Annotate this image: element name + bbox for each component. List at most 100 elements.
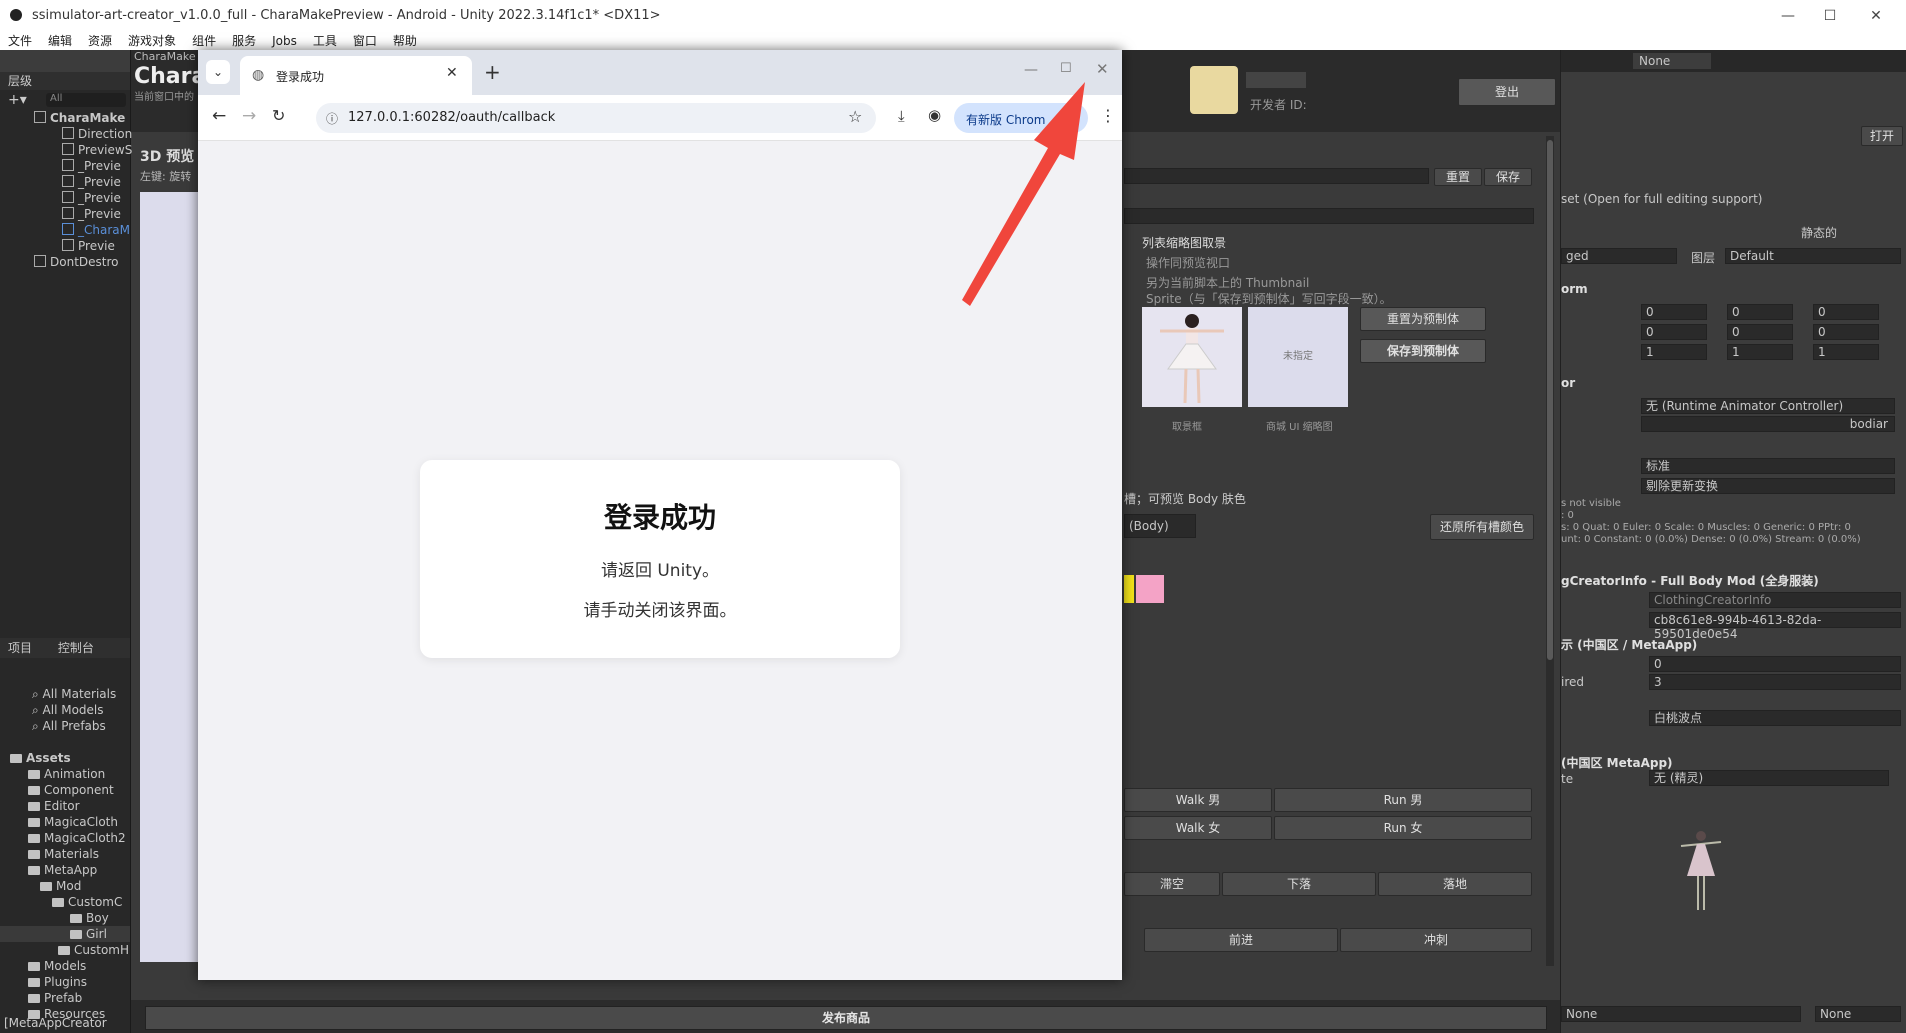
tag-dropdown[interactable]: ged — [1561, 248, 1677, 264]
walk-male-button[interactable]: Walk 男 — [1124, 788, 1272, 812]
folder-item[interactable]: Girl — [0, 926, 130, 942]
address-bar[interactable]: ⓘ 127.0.0.1:60282/oauth/callback ☆ — [316, 103, 876, 133]
tree-item[interactable]: DontDestro — [6, 254, 130, 270]
zero-field[interactable]: 0 — [1649, 656, 1901, 672]
open-button[interactable]: 打开 — [1861, 126, 1903, 146]
name-field[interactable] — [1124, 168, 1429, 184]
scale-y[interactable]: 1 — [1727, 344, 1793, 360]
layer-dropdown[interactable]: Default — [1725, 248, 1901, 264]
ui-thumbnail-slot[interactable]: 未指定 — [1248, 307, 1348, 407]
menu-services[interactable]: 服务 — [224, 32, 264, 50]
folder-item[interactable]: Models — [0, 958, 130, 974]
menu-tools[interactable]: 工具 — [305, 32, 345, 50]
folder-item[interactable]: CustomH — [0, 942, 130, 958]
favorite-item[interactable]: ⌕ All Models — [0, 702, 130, 718]
name-value-field[interactable]: 白桃波点 — [1649, 710, 1901, 726]
close-icon[interactable]: ✕ — [1856, 4, 1896, 28]
tree-item[interactable]: CharaMake — [6, 110, 130, 126]
pos-y[interactable]: 0 — [1727, 304, 1793, 320]
script-field[interactable]: ClothingCreatorInfo — [1649, 592, 1901, 608]
project-tab[interactable]: 项目 — [0, 641, 32, 655]
menu-edit[interactable]: 编辑 — [40, 32, 80, 50]
rot-z[interactable]: 0 — [1813, 324, 1879, 340]
folder-item[interactable]: Materials — [0, 846, 130, 862]
swatch-yellow[interactable] — [1124, 575, 1134, 603]
url-text[interactable]: 127.0.0.1:60282/oauth/callback — [348, 110, 555, 125]
minimize-icon[interactable]: — — [1768, 4, 1808, 28]
restore-colors-button[interactable]: 还原所有槽颜色 — [1430, 514, 1534, 540]
save-button[interactable]: 保存 — [1484, 168, 1532, 186]
console-tab[interactable]: 控制台 — [36, 641, 94, 655]
forward-icon[interactable]: → — [242, 106, 256, 126]
controller-field[interactable]: 无 (Runtime Animator Controller) — [1641, 398, 1895, 414]
layers-dropdown[interactable]: None — [1633, 53, 1711, 69]
air-button[interactable]: 滞空 — [1124, 872, 1220, 896]
run-female-button[interactable]: Run 女 — [1274, 816, 1532, 840]
avatar-field[interactable]: bodiar — [1641, 416, 1895, 432]
logout-button[interactable]: 登出 — [1458, 78, 1556, 106]
folder-item[interactable]: Editor — [0, 798, 130, 814]
tree-item[interactable]: _Previe — [6, 158, 130, 174]
menu-file[interactable]: 文件 — [0, 32, 40, 50]
folder-item[interactable]: Prefab — [0, 990, 130, 1006]
new-tab-icon[interactable]: + — [484, 60, 501, 84]
bookmark-star-icon[interactable]: ☆ — [848, 107, 862, 126]
scale-z[interactable]: 1 — [1813, 344, 1879, 360]
land-button[interactable]: 落地 — [1378, 872, 1532, 896]
creator-tab[interactable]: CharaMake — [134, 50, 196, 63]
rot-x[interactable]: 0 — [1641, 324, 1707, 340]
menu-window[interactable]: 窗口 — [345, 32, 385, 50]
browser-tab[interactable]: ◍ 登录成功 ✕ — [240, 56, 472, 95]
maximize-icon[interactable]: ☐ — [1810, 4, 1850, 28]
pos-z[interactable]: 0 — [1813, 304, 1879, 320]
folder-item[interactable]: Component — [0, 782, 130, 798]
add-icon[interactable]: +▾ — [8, 92, 27, 108]
menu-jobs[interactable]: Jobs — [264, 32, 305, 50]
tree-item[interactable]: _Previe — [6, 190, 130, 206]
thumbnail-frame[interactable] — [1142, 307, 1242, 407]
folder-item[interactable]: Plugins — [0, 974, 130, 990]
tree-item[interactable]: Previe — [6, 238, 130, 254]
folder-item[interactable]: MetaApp — [0, 862, 130, 878]
back-icon[interactable]: ← — [212, 106, 226, 126]
tab-search-icon[interactable]: ⌄ — [206, 60, 230, 84]
sprint-button[interactable]: 冲刺 — [1340, 928, 1532, 952]
folder-item[interactable]: CustomC — [0, 894, 130, 910]
tree-item[interactable]: PreviewS — [6, 142, 132, 158]
reset-prefab-button[interactable]: 重置为预制体 — [1360, 307, 1486, 331]
menu-help[interactable]: 帮助 — [385, 32, 425, 50]
favorite-item[interactable]: ⌕ All Materials — [0, 686, 130, 702]
site-info-icon[interactable]: ⓘ — [326, 110, 338, 127]
assets-root[interactable]: Assets — [0, 750, 130, 766]
tab-close-icon[interactable]: ✕ — [446, 65, 458, 81]
guid-field[interactable]: cb8c61e8-994b-4613-82da-59501de0e54 — [1649, 612, 1901, 641]
fall-button[interactable]: 下落 — [1222, 872, 1376, 896]
profile-icon[interactable]: ◉ — [928, 106, 941, 124]
menu-gameobject[interactable]: 游戏对象 — [120, 32, 184, 50]
folder-item[interactable]: MagicaCloth2 — [0, 830, 130, 846]
tree-item[interactable]: _Previe — [6, 174, 130, 190]
body-slot[interactable]: (Body) — [1124, 514, 1196, 538]
folder-item[interactable]: Boy — [0, 910, 130, 926]
save-prefab-button[interactable]: 保存到预制体 — [1360, 339, 1486, 363]
scale-x[interactable]: 1 — [1641, 344, 1707, 360]
bottom-left-dropdown[interactable]: None — [1561, 1006, 1801, 1022]
scrollbar[interactable] — [1546, 136, 1554, 966]
pos-x[interactable]: 0 — [1641, 304, 1707, 320]
hierarchy-tab[interactable]: 层级 — [0, 72, 130, 90]
folder-item[interactable]: MagicaCloth — [0, 814, 130, 830]
menu-kebab-icon[interactable]: ⋮ — [1100, 106, 1116, 125]
reset-button[interactable]: 重置 — [1434, 168, 1482, 186]
tree-item[interactable]: _Previe — [6, 206, 130, 222]
walk-female-button[interactable]: Walk 女 — [1124, 816, 1272, 840]
hierarchy-search-input[interactable]: All — [46, 93, 126, 107]
forward-button[interactable]: 前进 — [1144, 928, 1338, 952]
tree-item[interactable]: _CharaM — [6, 222, 130, 238]
sprite-field[interactable]: 无 (精灵) — [1649, 770, 1889, 786]
menu-assets[interactable]: 资源 — [80, 32, 120, 50]
rot-y[interactable]: 0 — [1727, 324, 1793, 340]
menu-component[interactable]: 组件 — [184, 32, 224, 50]
favorite-item[interactable]: ⌕ All Prefabs — [0, 718, 130, 734]
folder-item[interactable]: Mod — [0, 878, 130, 894]
folder-item[interactable]: Animation — [0, 766, 130, 782]
